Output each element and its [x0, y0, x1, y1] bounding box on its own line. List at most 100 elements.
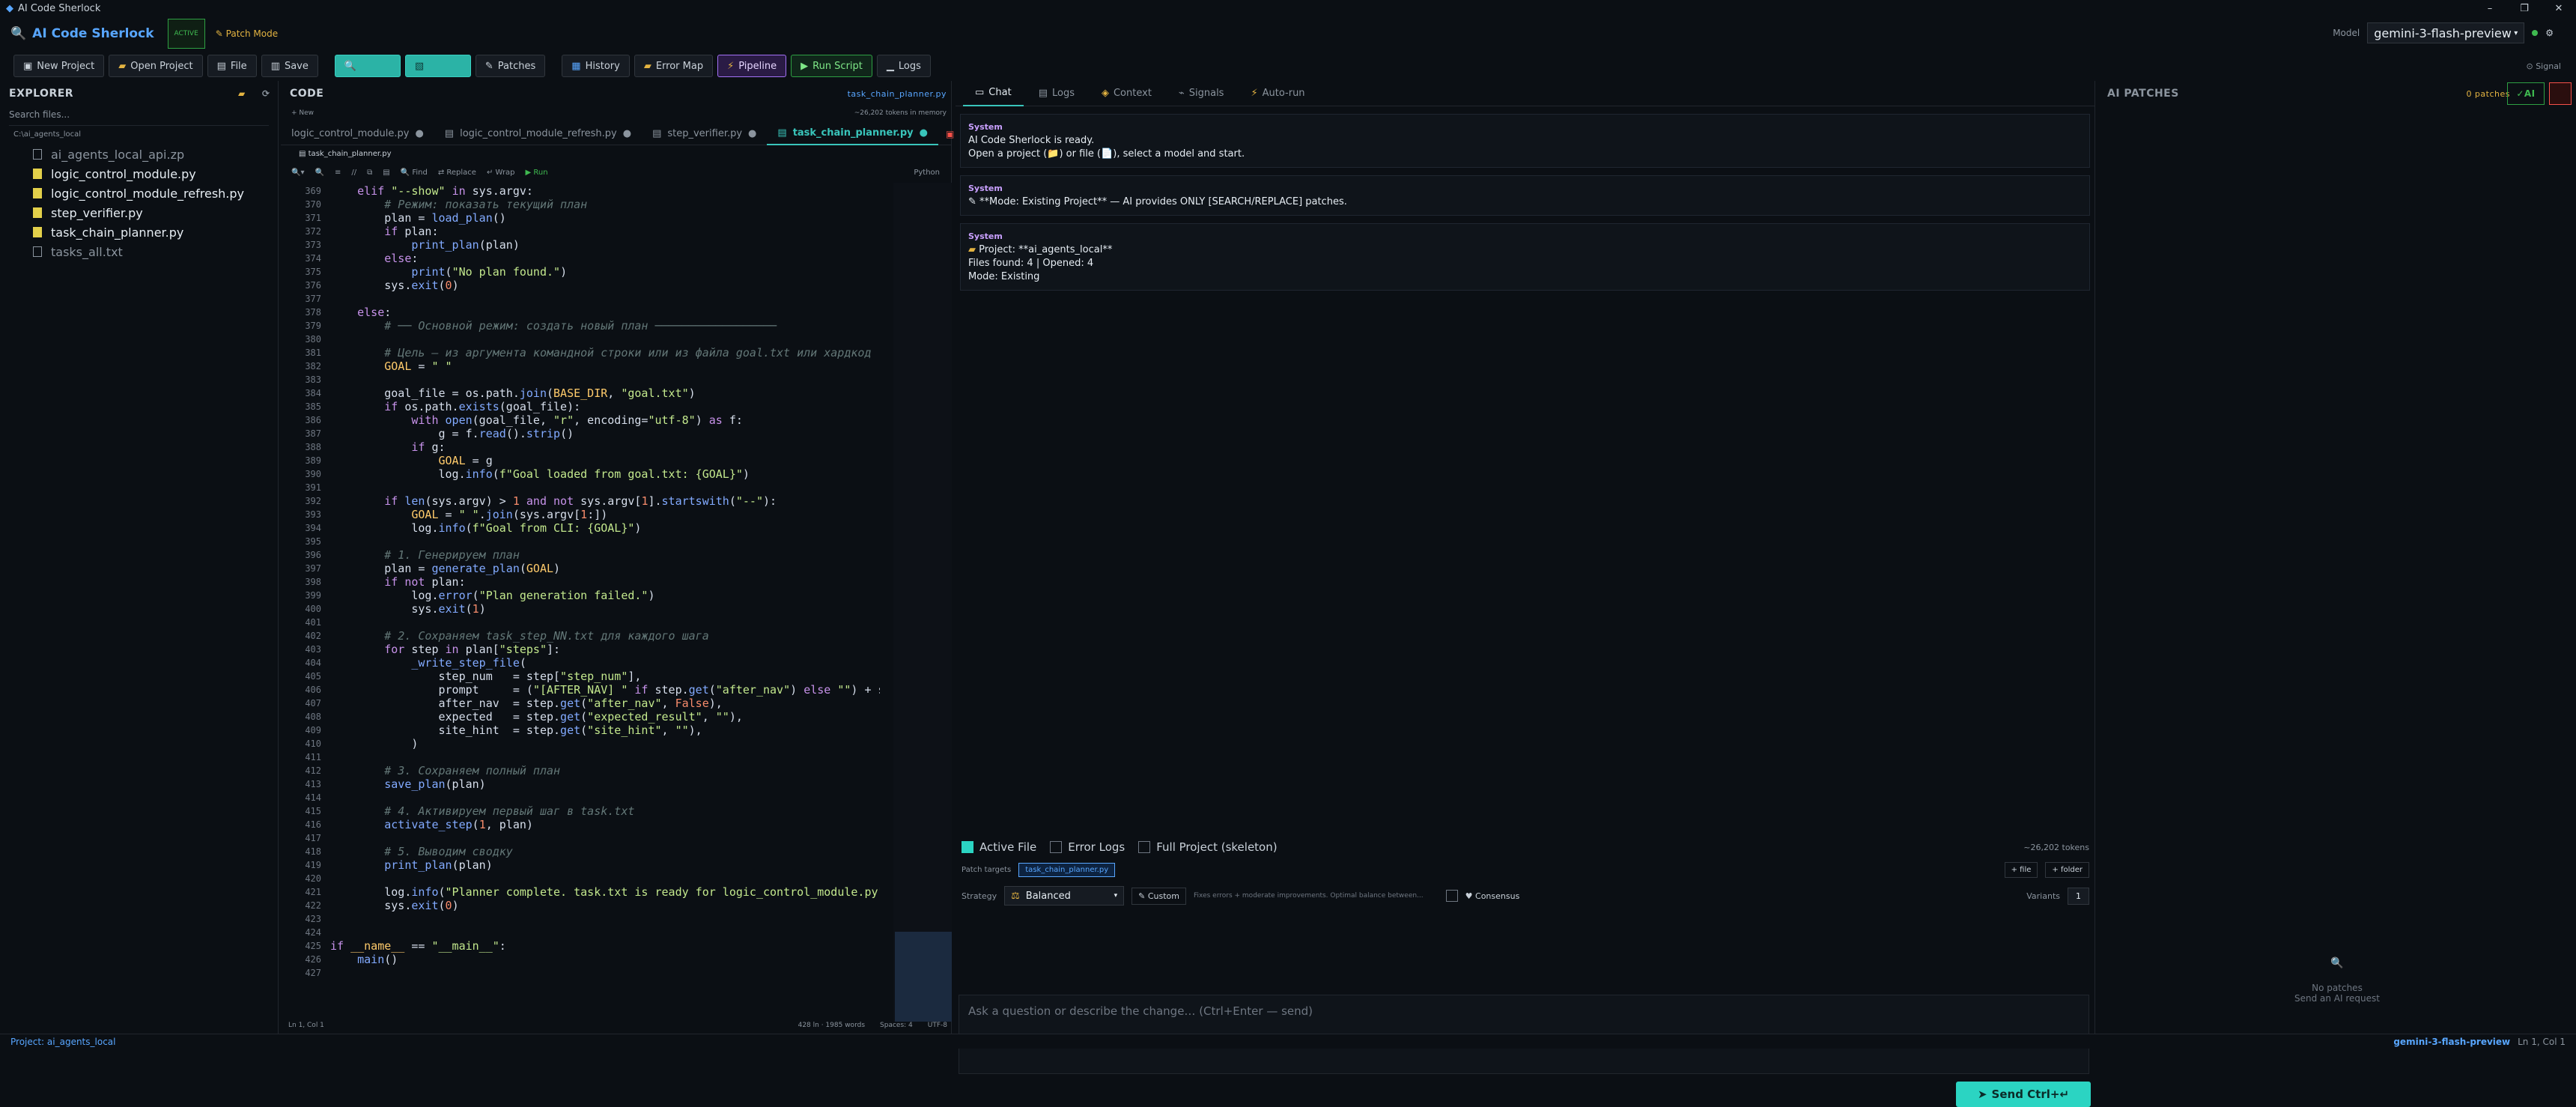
reject-button[interactable]: [2549, 82, 2572, 105]
strategy-select[interactable]: ⚖ Balanced ▾: [1004, 886, 1125, 906]
wrap-button[interactable]: ↵ Wrap: [487, 169, 515, 177]
signal-indicator: ⊙ Signal: [2526, 61, 2561, 71]
breadcrumb: ▤ task_chain_planner.py: [299, 150, 392, 158]
new-tab-button[interactable]: + New: [291, 109, 314, 117]
close-icon[interactable]: ●: [415, 128, 423, 139]
send-button[interactable]: ➤ Send Ctrl+↵: [1956, 1082, 2091, 1107]
error-map-button[interactable]: ▰ Error Map: [634, 55, 714, 77]
active-file-checkbox[interactable]: Active File: [962, 840, 1036, 854]
maximize-button[interactable]: ❐: [2507, 0, 2542, 16]
run-script-button[interactable]: ▶ Run Script: [791, 55, 872, 77]
file-item[interactable]: step_verifier.py: [0, 203, 278, 222]
consensus-checkbox[interactable]: [1445, 890, 1458, 902]
file-item[interactable]: logic_control_module.py: [0, 164, 278, 184]
minimap[interactable]: [893, 183, 952, 1022]
save-button[interactable]: ▥ Save: [261, 55, 318, 77]
patches-empty-state: 🔍 No patches Send an AI request: [2098, 957, 2576, 1004]
close-icon[interactable]: ●: [920, 127, 928, 139]
cursor-position: Ln 1, Col 1: [288, 1022, 324, 1029]
pipeline-button[interactable]: ⚡ Pipeline: [717, 55, 787, 77]
refresh-icon[interactable]: ⟳: [262, 88, 270, 99]
strategy-hint: Fixes errors + moderate improvements. Op…: [1194, 892, 1424, 900]
map-icon: ▰: [643, 60, 651, 72]
run-script-label: Run Script: [812, 60, 863, 72]
magnifier-icon: 🔍: [10, 26, 27, 41]
tab-logs[interactable]: ▤ Logs: [1027, 81, 1087, 106]
add-file-button[interactable]: + file: [2004, 861, 2038, 878]
patches-count: 0 patches: [2466, 88, 2510, 99]
add-folder-button[interactable]: + folder: [2045, 861, 2089, 878]
status-project: Project: ai_agents_local: [10, 1036, 116, 1047]
custom-button[interactable]: ✎ Custom: [1131, 887, 1187, 905]
tab-chat[interactable]: ▭ Chat: [963, 81, 1024, 106]
save-icon: ▥: [270, 60, 280, 72]
variants-input[interactable]: 1: [2068, 887, 2089, 905]
model-select[interactable]: gemini-3-flash-preview ▾: [2367, 22, 2525, 43]
message-text: Project: **ai_agents_local**: [979, 244, 1113, 255]
comment-icon[interactable]: //: [351, 169, 356, 177]
file-item[interactable]: ai_agents_local_api.zp: [0, 145, 278, 164]
close-button[interactable]: ✕: [2542, 0, 2576, 16]
app-icon: ◆: [6, 2, 13, 14]
error-logs-checkbox[interactable]: Error Logs: [1050, 840, 1125, 854]
file-button[interactable]: ▤ File: [207, 55, 257, 77]
pencil-icon: ✎: [484, 60, 493, 72]
run-button[interactable]: ▶ Run: [526, 169, 548, 177]
file-item[interactable]: task_chain_planner.py: [0, 222, 278, 242]
message-sender: System: [968, 231, 1003, 241]
open-project-button[interactable]: ▰ Open Project: [109, 55, 203, 77]
new-project-button[interactable]: ▣ New Project: [13, 55, 105, 77]
file-icon: ▤: [444, 128, 455, 139]
tab-context[interactable]: ◈ Context: [1090, 81, 1164, 106]
file-name: step_verifier.py: [51, 205, 143, 220]
minimap-viewport[interactable]: [895, 932, 952, 1022]
file-item[interactable]: logic_control_module_refresh.py: [0, 184, 278, 203]
close-icon[interactable]: ●: [748, 128, 756, 139]
analyze-button[interactable]: 🔍: [334, 55, 401, 77]
patches-button[interactable]: ✎ Patches: [475, 55, 546, 77]
gear-icon[interactable]: ⚙: [2545, 28, 2554, 38]
editor-tab[interactable]: logic_control_module.py ●: [281, 123, 434, 145]
tab-signals[interactable]: ⌁ Signals: [1167, 81, 1236, 106]
signal-icon: ⌁: [1178, 88, 1185, 99]
python-file-icon: [33, 207, 42, 218]
code-editor[interactable]: 369 elif "--show" in sys.argv: 370 # Реж…: [281, 183, 880, 992]
editor-tab-active[interactable]: ▤ task_chain_planner.py ●: [767, 123, 938, 145]
editor-tab[interactable]: ▤ step_verifier.py ●: [642, 123, 767, 145]
editor-tab[interactable]: ▤ logic_control_module_refresh.py ●: [434, 123, 642, 145]
search-icon[interactable]: 🔍▾: [291, 169, 304, 177]
strategy-label: Strategy: [962, 891, 997, 901]
wrench-icon: ▧: [414, 60, 425, 72]
folder-add-icon[interactable]: ▰: [238, 88, 246, 99]
explorer-panel: EXPLORER ▰ ⟳ Search files... C:\ai_agent…: [0, 81, 279, 1034]
zoom-icon[interactable]: 🔍: [315, 169, 323, 177]
find-button[interactable]: 🔍 Find: [401, 169, 428, 177]
message-line: AI Code Sherlock is ready.: [968, 135, 1095, 146]
format-icon[interactable]: ▤: [383, 169, 389, 177]
logs-button[interactable]: ▁ Logs: [876, 55, 931, 77]
patches-header: AI PATCHES 0 patches ✓ AI: [2098, 81, 2576, 106]
close-tab-icon[interactable]: ▣: [946, 129, 954, 139]
minimize-button[interactable]: –: [2473, 0, 2507, 16]
history-button[interactable]: ▦ History: [562, 55, 630, 77]
full-project-checkbox[interactable]: Full Project (skeleton): [1138, 840, 1278, 854]
indent-icon[interactable]: ≡: [335, 169, 341, 177]
folder-icon: ▰: [968, 244, 976, 255]
fix-button[interactable]: ▧: [404, 55, 471, 77]
explorer-title: EXPLORER: [9, 88, 74, 100]
close-icon[interactable]: ●: [623, 128, 631, 139]
copy-icon[interactable]: ⧉: [367, 169, 372, 177]
tab-autorun[interactable]: ⚡ Auto-run: [1239, 81, 1316, 106]
message-line: Files found: 4 | Opened: 4: [968, 258, 1094, 269]
patch-target-chip[interactable]: task_chain_planner.py: [1018, 862, 1116, 877]
file-icon: ▤: [777, 127, 787, 139]
search-files-input[interactable]: Search files...: [9, 109, 269, 126]
file-icon: ▤: [652, 128, 662, 139]
model-area: Model gemini-3-flash-preview ▾ ⚙: [2333, 22, 2554, 43]
replace-button[interactable]: ⇄ Replace: [438, 169, 476, 177]
file-item[interactable]: tasks_all.txt: [0, 242, 278, 261]
find-label: Find: [412, 168, 428, 177]
code-header: CODE task_chain_planner.py: [281, 81, 951, 106]
ai-button[interactable]: ✓ AI: [2507, 82, 2545, 105]
tab-label: logic_control_module_refresh.py: [460, 128, 617, 139]
